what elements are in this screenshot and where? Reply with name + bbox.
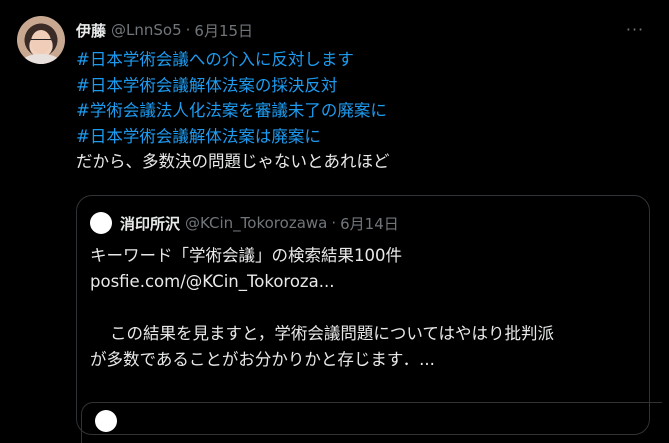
avatar-glasses [31,39,51,44]
tweet-date[interactable]: 6月15日 [194,20,253,41]
nested-quote-card[interactable] [81,402,662,443]
hashtag-link[interactable]: #日本学術会議への介入に反対します [76,47,656,73]
hashtag-link[interactable]: #日本学術会議解体法案の採決反対 [76,73,656,99]
quoted-handle: @KCin_Tokorozawa [185,214,328,232]
separator-dot: · [331,214,337,232]
quoted-tweet[interactable]: 消印所沢 @KCin_Tokorozawa · 6月14日 キーワード「学術会議… [76,195,662,443]
quoted-link: posfie.com/@KCin_Tokoroza... [90,272,335,291]
quoted-display-name: 消印所沢 [120,214,181,233]
tweet-text: #日本学術会議への介入に反対します #日本学術会議解体法案の採決反対 #学術会議… [76,47,656,175]
quoted-text: キーワード「学術会議」の検索結果100件 posfie.com/@KCin_To… [90,243,640,373]
tweet[interactable]: 伊藤 @LnnSo5 · 6月15日 ··· #日本学術会議への介入に反対します… [0,0,669,443]
quoted-text-line: この結果を見ますと，学術会議問題についてはやはり批判派 [110,324,555,343]
separator-dot: · [185,21,191,39]
quoted-text-line: キーワード「学術会議」の検索結果100件 [90,246,402,265]
nested-quote-avatar [95,410,117,432]
quoted-text-line: が多数であることがお分かりかと存じます．... [90,350,435,369]
quoted-header: 消印所沢 @KCin_Tokorozawa · 6月14日 [120,213,399,233]
quoted-date: 6月14日 [340,214,399,233]
hashtag-link[interactable]: #学術会議法人化法案を審議未了の廃案に [76,98,656,124]
tweet-header: 伊藤 @LnnSo5 · 6月15日 [76,19,253,41]
quoted-blank-line [90,295,640,321]
more-options-icon[interactable]: ··· [625,20,645,40]
avatar-shirt [23,54,59,64]
quoted-avatar[interactable] [90,212,112,234]
hashtag-link[interactable]: #日本学術会議解体法案は廃案に [76,124,656,150]
user-handle[interactable]: @LnnSo5 [111,21,182,39]
display-name[interactable]: 伊藤 [76,20,106,41]
avatar[interactable] [17,16,65,64]
tweet-text-line: だから、多数決の問題じゃないとあれほど [76,152,390,171]
